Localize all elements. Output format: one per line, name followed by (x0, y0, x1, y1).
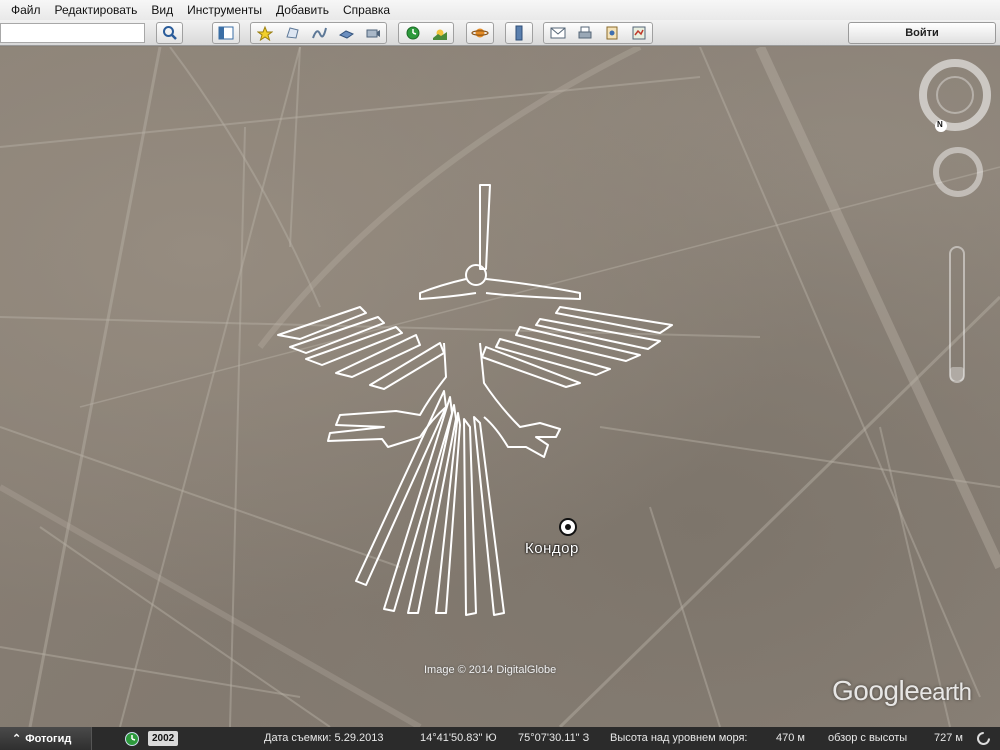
share-tools-group (543, 22, 653, 44)
camera-icon (366, 29, 380, 38)
sun-icon (432, 29, 447, 40)
imagery-copyright: Image © 2014 DigitalGlobe (424, 664, 557, 676)
ruler-button[interactable] (505, 22, 533, 44)
planet-icon (471, 28, 489, 38)
search-button[interactable] (156, 22, 183, 44)
logo-google: Google (832, 675, 920, 706)
add-placemark-button[interactable] (251, 23, 278, 43)
overlay-icon (338, 30, 354, 39)
email-button[interactable] (544, 23, 571, 43)
path-icon (311, 27, 327, 39)
google-earth-logo: Googleearth (832, 675, 972, 707)
nazca-ground-lines (0, 47, 1000, 727)
map-icon (632, 26, 645, 40)
elevation-value: 470 м (776, 732, 805, 744)
printer-icon (578, 26, 591, 39)
menu-bar: Файл Редактировать Вид Инструменты Добав… (0, 0, 1000, 20)
navigation-controls (919, 59, 991, 383)
compass-ring[interactable] (919, 59, 991, 131)
sunlight-button[interactable] (426, 23, 453, 43)
status-bar: ⌃ Фотогид 2002 Дата съемки: 5.29.2013 14… (0, 727, 1000, 750)
menu-file[interactable]: Файл (4, 0, 48, 20)
look-joystick[interactable] (933, 147, 983, 197)
polygon-icon (285, 27, 299, 39)
streaming-indicator-icon (977, 732, 990, 745)
planets-button[interactable] (466, 22, 494, 44)
imagery-date: Дата съемки: 5.29.2013 (264, 732, 384, 744)
clock-icon (406, 26, 419, 40)
menu-help[interactable]: Справка (336, 0, 397, 20)
historical-clock-icon[interactable] (124, 731, 140, 747)
record-tour-button[interactable] (359, 23, 386, 43)
search-input[interactable] (0, 23, 145, 43)
terrain-layer (0, 47, 1000, 727)
view-tools-group (398, 22, 454, 44)
print-button[interactable] (571, 23, 598, 43)
condor-geoglyph (277, 184, 673, 616)
elevation-label: Высота над уровнем моря: (610, 732, 748, 744)
longitude: 75°07'30.11" З (518, 732, 590, 744)
mail-icon (550, 27, 565, 39)
eye-altitude-value: 727 м (934, 732, 963, 744)
view-in-maps-button[interactable] (625, 23, 652, 43)
add-tools-group (250, 22, 387, 44)
map-viewport[interactable]: Кондор N Image © 2014 DigitalGlobe Googl… (0, 47, 1000, 727)
compass-north-label: N (937, 120, 943, 129)
sign-in-button[interactable]: Войти (848, 22, 996, 44)
save-image-button[interactable] (598, 23, 625, 43)
menu-add[interactable]: Добавить (269, 0, 336, 20)
add-overlay-button[interactable] (332, 23, 359, 43)
menu-view[interactable]: Вид (144, 0, 180, 20)
sidebar-icon (218, 26, 234, 40)
add-path-button[interactable] (305, 23, 332, 43)
ruler-icon (515, 25, 523, 41)
imagery-year-badge[interactable]: 2002 (148, 731, 179, 746)
sidebar-toggle-button[interactable] (212, 22, 240, 44)
search-icon (162, 26, 177, 40)
menu-edit[interactable]: Редактировать (48, 0, 145, 20)
toolbar: Войти (0, 20, 1000, 46)
tour-guide-label: Фотогид (25, 732, 72, 745)
chevron-up-icon: ⌃ (12, 733, 22, 745)
tour-guide-button[interactable]: ⌃ Фотогид (0, 727, 92, 750)
place-label[interactable]: Кондор (525, 540, 579, 557)
add-polygon-button[interactable] (278, 23, 305, 43)
logo-earth: earth (919, 679, 972, 706)
latitude: 14°41'50.83" Ю (420, 732, 497, 744)
eye-altitude-label: обзор с высоты (828, 732, 908, 744)
pin-icon (256, 25, 273, 41)
menu-tools[interactable]: Инструменты (180, 0, 269, 20)
save-image-icon (606, 26, 617, 40)
zoom-slider[interactable] (949, 246, 965, 383)
historical-imagery-button[interactable] (399, 23, 426, 43)
place-marker-icon[interactable] (559, 518, 577, 536)
